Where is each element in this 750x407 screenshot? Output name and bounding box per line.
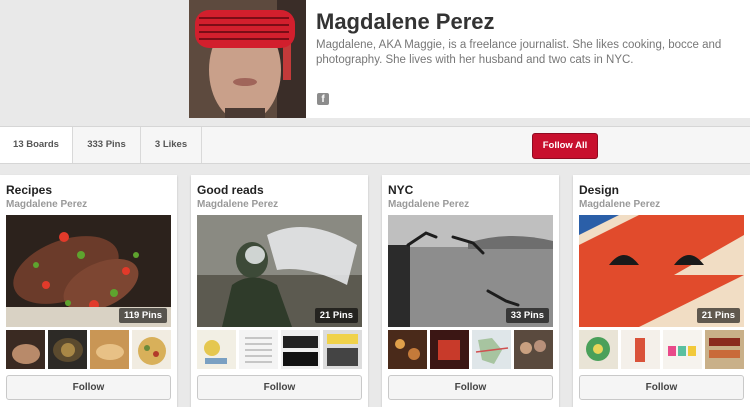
thumbnail-image[interactable]	[705, 330, 744, 369]
board-card-design[interactable]: Design Magdalene Perez 21 Pins Follow	[573, 175, 750, 407]
pin-count-badge: 21 Pins	[314, 308, 358, 323]
thumbnail-image[interactable]	[90, 330, 129, 369]
tab-pins[interactable]: 333 Pins	[73, 127, 141, 163]
thumbnail-image[interactable]	[472, 330, 511, 369]
board-title[interactable]: Recipes	[6, 183, 52, 197]
follow-button[interactable]: Follow	[6, 375, 171, 400]
board-card-recipes[interactable]: Recipes Magdalene Perez 119 Pins Follow	[0, 175, 177, 407]
pin-count-badge: 33 Pins	[505, 308, 549, 323]
profile-info: Magdalene Perez Magdalene, AKA Maggie, i…	[306, 0, 750, 118]
thumbnail-image[interactable]	[197, 330, 236, 369]
thumbnail-image[interactable]	[323, 330, 362, 369]
avatar[interactable]	[189, 0, 306, 118]
board-card-good-reads[interactable]: Good reads Magdalene Perez 21 Pins Follo…	[191, 175, 368, 407]
thumbnail-image[interactable]	[621, 330, 660, 369]
board-cover-image[interactable]: 119 Pins	[6, 215, 171, 327]
profile-name: Magdalene Perez	[316, 9, 495, 34]
facebook-icon[interactable]: f	[317, 93, 329, 105]
board-owner: Magdalene Perez	[6, 199, 88, 210]
follow-button[interactable]: Follow	[197, 375, 362, 400]
thumbnail-image[interactable]	[514, 330, 553, 369]
follow-button[interactable]: Follow	[579, 375, 744, 400]
thumbnail-image[interactable]	[388, 330, 427, 369]
thumbnail-image[interactable]	[132, 330, 171, 369]
follow-all-button[interactable]: Follow All	[532, 133, 598, 159]
board-owner: Magdalene Perez	[388, 199, 470, 210]
board-title[interactable]: Good reads	[197, 183, 264, 197]
pin-count-badge: 21 Pins	[696, 308, 740, 323]
board-owner: Magdalene Perez	[197, 199, 279, 210]
board-title[interactable]: NYC	[388, 183, 413, 197]
board-title[interactable]: Design	[579, 183, 619, 197]
board-thumbnails	[6, 330, 172, 370]
pin-count-badge: 119 Pins	[118, 308, 167, 323]
thumbnail-image[interactable]	[239, 330, 278, 369]
board-cover-image[interactable]: 21 Pins	[579, 215, 744, 327]
thumbnail-image[interactable]	[48, 330, 87, 369]
board-thumbnails	[579, 330, 745, 370]
profile-bio: Magdalene, AKA Maggie, is a freelance jo…	[316, 39, 722, 66]
profile-header: Magdalene Perez Magdalene, AKA Maggie, i…	[0, 0, 750, 126]
board-cover-image[interactable]: 33 Pins	[388, 215, 553, 327]
tab-boards[interactable]: 13 Boards	[0, 127, 73, 163]
board-thumbnails	[197, 330, 363, 370]
stats-bar: 13 Boards 333 Pins 3 Likes Follow All	[0, 126, 750, 164]
thumbnail-image[interactable]	[281, 330, 320, 369]
thumbnail-image[interactable]	[579, 330, 618, 369]
board-cover-image[interactable]: 21 Pins	[197, 215, 362, 327]
thumbnail-image[interactable]	[6, 330, 45, 369]
thumbnail-image[interactable]	[430, 330, 469, 369]
board-card-nyc[interactable]: NYC Magdalene Perez 33 Pins Follow	[382, 175, 559, 407]
board-owner: Magdalene Perez	[579, 199, 661, 210]
follow-button[interactable]: Follow	[388, 375, 553, 400]
tab-likes[interactable]: 3 Likes	[141, 127, 202, 163]
board-thumbnails	[388, 330, 554, 370]
thumbnail-image[interactable]	[663, 330, 702, 369]
